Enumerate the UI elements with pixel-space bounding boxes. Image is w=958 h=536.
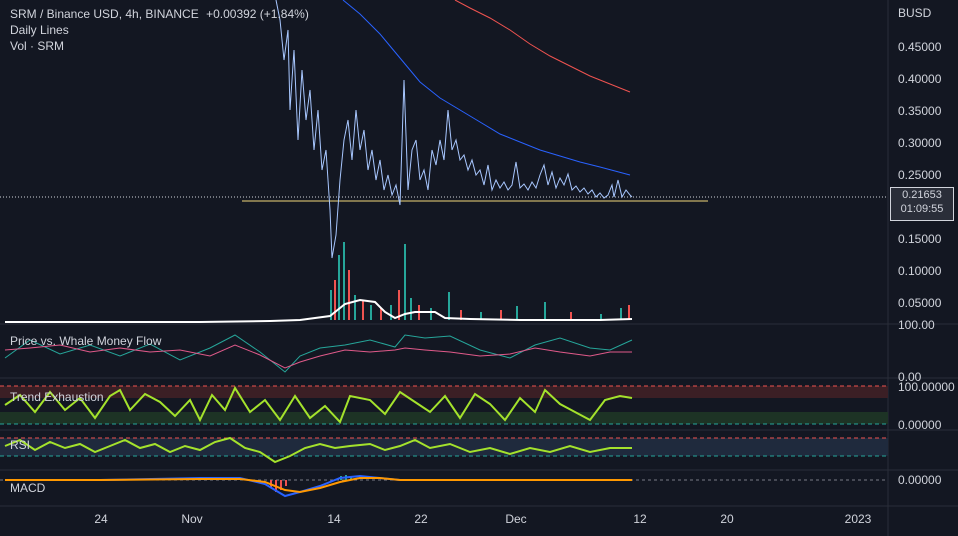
price-series [275, 0, 633, 259]
descending-resistance-red [454, 0, 631, 93]
volume-bars [330, 242, 630, 320]
time-tick: Dec [505, 512, 527, 526]
chart-header: SRM / Binance USD, 4h, BINANCE +0.00392 … [10, 6, 309, 54]
current-price-value: 0.21653 [902, 189, 942, 201]
chart-canvas[interactable] [0, 0, 958, 536]
price-tick: 0.45000 [898, 40, 942, 54]
indicator-daily-lines[interactable]: Daily Lines [10, 22, 309, 38]
volume-ma-line [5, 298, 633, 323]
price-change: +0.00392 (+1.84%) [206, 7, 309, 21]
trend-top-tick: 100.00000 [898, 380, 955, 394]
whale-top-tick: 100.00 [898, 318, 935, 332]
rsi-label[interactable]: RSI [10, 438, 30, 452]
time-tick: 24 [94, 512, 108, 526]
price-tick: 0.35000 [898, 104, 942, 118]
trend-exhaustion-pane [0, 385, 888, 425]
price-tick: 0.30000 [898, 136, 942, 150]
price-tick: 0.40000 [898, 72, 942, 86]
macd-zero-tick: 0.00000 [898, 473, 942, 487]
macd-label[interactable]: MACD [10, 481, 45, 495]
time-tick: 2023 [844, 512, 872, 526]
indicator-volume[interactable]: Vol · SRM [10, 38, 309, 54]
macd-pane [0, 474, 888, 498]
time-tick: 22 [414, 512, 428, 526]
time-tick: 14 [327, 512, 341, 526]
currency-label: BUSD [898, 6, 932, 20]
time-tick: Nov [181, 512, 203, 526]
descending-resistance-blue [342, 0, 631, 176]
time-tick: 12 [633, 512, 647, 526]
rsi-pane [0, 436, 888, 464]
bar-countdown: 01:09:55 [900, 203, 944, 215]
trend-exhaustion-label[interactable]: Trend Exhaustion [10, 390, 104, 404]
whale-flow-label[interactable]: Price vs. Whale Money Flow [10, 334, 161, 348]
price-tick: 0.15000 [898, 232, 942, 246]
price-tick: 0.10000 [898, 264, 942, 278]
current-price-tag: 0.21653 01:09:55 [890, 187, 954, 221]
trend-bottom-tick: 0.00000 [898, 418, 942, 432]
price-tick: 0.05000 [898, 296, 942, 310]
symbol-row: SRM / Binance USD, 4h, BINANCE +0.00392 … [10, 6, 309, 22]
symbol-title: SRM / Binance USD, 4h, BINANCE [10, 7, 199, 21]
time-tick: 20 [720, 512, 734, 526]
price-tick: 0.25000 [898, 168, 942, 182]
